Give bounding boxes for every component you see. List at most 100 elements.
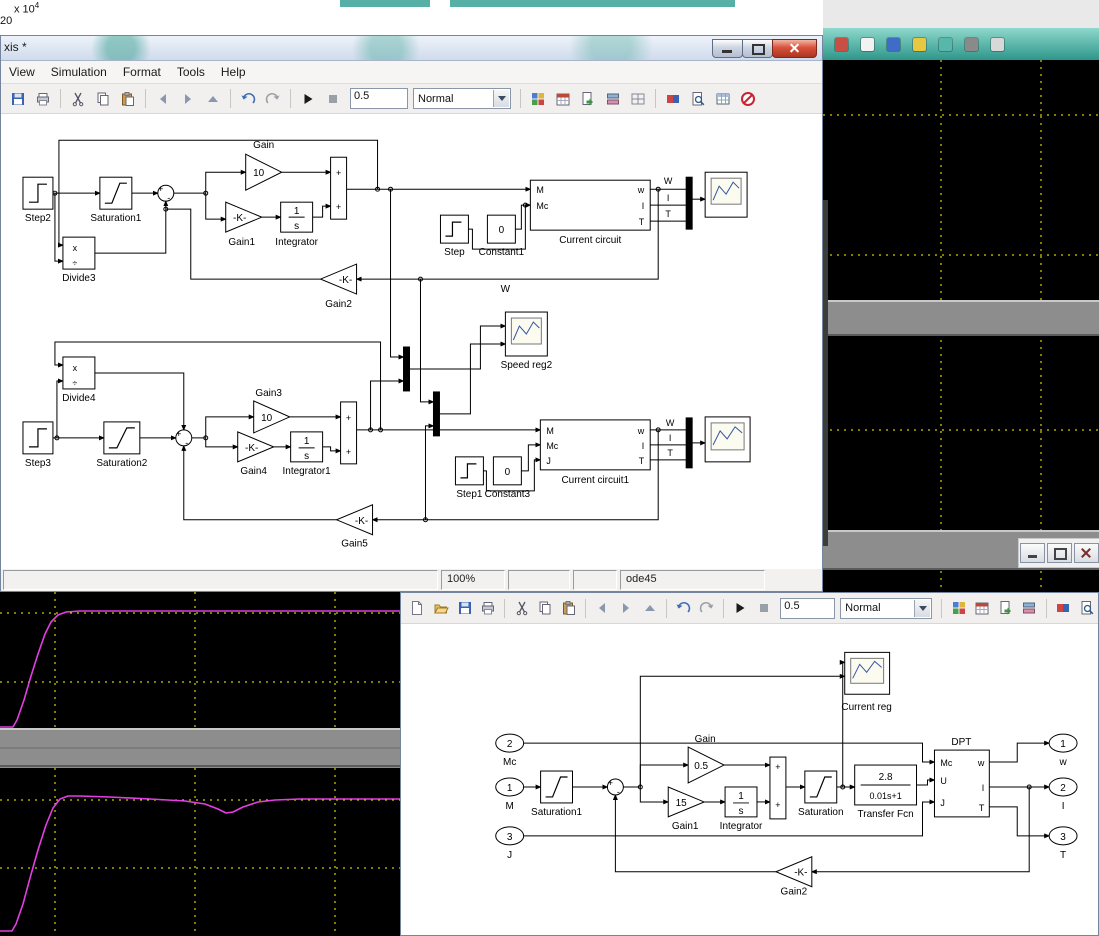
mux[interactable] [686, 177, 692, 229]
paste-icon[interactable] [116, 87, 140, 110]
block-saturation[interactable]: Saturation [798, 771, 843, 818]
undo-icon[interactable] [236, 87, 260, 110]
outport-w[interactable]: 1 w [1049, 734, 1077, 768]
block-saturation1[interactable]: Saturation1 [90, 177, 141, 224]
block-constant1[interactable]: 0 Constant1 [479, 215, 525, 258]
mux[interactable] [404, 347, 410, 391]
cut-icon[interactable] [66, 87, 90, 110]
figure-toolbar-icon[interactable] [835, 38, 848, 51]
model-browser-icon[interactable] [551, 87, 575, 110]
start-simulation-icon[interactable] [296, 87, 320, 110]
mux[interactable] [433, 392, 439, 436]
cut-icon[interactable] [510, 597, 533, 620]
menu-simulation[interactable]: Simulation [43, 62, 115, 82]
block-integrator[interactable]: 1 s Integrator [720, 787, 763, 832]
block-step[interactable]: Step [440, 215, 468, 258]
block-add[interactable]: + + [331, 157, 347, 219]
simulation-time-input[interactable]: 0.5 [350, 88, 408, 109]
minimize-icon[interactable] [712, 39, 743, 58]
forward-icon[interactable] [176, 87, 200, 110]
library-browser-icon[interactable] [526, 87, 550, 110]
block-dpt[interactable]: DPT Mc U J w I T [934, 737, 989, 817]
block-step3[interactable]: Step3 [23, 422, 53, 469]
inport-mc[interactable]: 2 Mc [496, 734, 524, 768]
block-saturation1[interactable]: Saturation1 [531, 771, 582, 818]
figure-toolbar-icon[interactable] [991, 38, 1004, 51]
save-icon[interactable] [6, 87, 30, 110]
new-icon[interactable] [406, 597, 429, 620]
outport-i[interactable]: 2 I [1049, 778, 1077, 812]
back-icon[interactable] [591, 597, 614, 620]
block-gain3[interactable]: 10 Gain3 [254, 388, 290, 433]
menu-view[interactable]: View [1, 62, 43, 82]
forward-icon[interactable] [615, 597, 638, 620]
chevron-down-icon[interactable] [493, 90, 509, 107]
print-icon[interactable] [31, 87, 55, 110]
copy-icon[interactable] [534, 597, 557, 620]
build-icon[interactable] [601, 87, 625, 110]
update-diagram-icon[interactable] [995, 597, 1018, 620]
build-icon[interactable] [1018, 597, 1041, 620]
menu-help[interactable]: Help [213, 62, 254, 82]
redo-icon[interactable] [261, 87, 285, 110]
model-explorer-icon[interactable] [1075, 597, 1098, 620]
maximize-icon[interactable] [742, 39, 773, 58]
figure-toolbar-icon[interactable] [861, 38, 874, 51]
mux[interactable] [686, 418, 692, 468]
up-icon[interactable] [638, 597, 661, 620]
model-canvas[interactable]: Current reg 2 Mc 1 M 3 J [401, 624, 1098, 935]
block-integrator[interactable]: 1 s Integrator [275, 202, 318, 248]
simulation-time-input[interactable]: 0.5 [780, 598, 835, 619]
save-icon[interactable] [453, 597, 476, 620]
block-current-circuit1[interactable]: M Mc J w I T Current circuit1 [540, 420, 650, 486]
block-sum[interactable]: + - [607, 778, 623, 797]
print-icon[interactable] [477, 597, 500, 620]
close-icon[interactable] [772, 39, 817, 58]
simulation-mode-select[interactable]: Normal [413, 88, 511, 109]
undo-icon[interactable] [672, 597, 695, 620]
block-gain4[interactable]: -K- Gain4 [238, 432, 274, 477]
figure-toolbar-icon[interactable] [887, 38, 900, 51]
block-scope[interactable] [705, 417, 750, 462]
block-integrator1[interactable]: 1 s Integrator1 [283, 432, 332, 477]
block-divide3[interactable]: x ÷ Divide3 [62, 237, 96, 284]
block-gain2[interactable]: -K- Gain2 [321, 264, 357, 310]
menu-format[interactable]: Format [115, 62, 169, 82]
outport-t[interactable]: 3 T [1049, 827, 1077, 861]
open-icon[interactable] [430, 597, 453, 620]
block-current-reg-scope[interactable]: Current reg [841, 652, 891, 713]
block-gain1[interactable]: -K- Gain1 [226, 202, 262, 248]
figure-toolbar-icon[interactable] [965, 38, 978, 51]
stop-simulation-icon[interactable] [321, 87, 345, 110]
report-icon[interactable] [711, 87, 735, 110]
block-gain[interactable]: 10 Gain [246, 140, 282, 190]
workspace-icon[interactable] [626, 87, 650, 110]
figure-toolbar-icon[interactable] [939, 38, 952, 51]
block-add[interactable]: + + [341, 402, 357, 464]
block-sum[interactable]: + - [176, 429, 192, 448]
block-gain1[interactable]: 15 Gain1 [668, 787, 704, 832]
block-scope[interactable] [705, 172, 747, 217]
block-gain[interactable]: 0.5 Gain [688, 734, 724, 783]
up-icon[interactable] [201, 87, 225, 110]
model-browser-icon[interactable] [971, 597, 994, 620]
start-simulation-icon[interactable] [729, 597, 752, 620]
block-transfer-fcn[interactable]: 2.8 0.01s+1 Transfer Fcn [855, 765, 917, 820]
back-icon[interactable] [151, 87, 175, 110]
update-diagram-icon[interactable] [576, 87, 600, 110]
block-constant3[interactable]: 0 Constant3 [485, 457, 531, 500]
chevron-down-icon[interactable] [914, 600, 930, 617]
model-explorer-icon[interactable] [686, 87, 710, 110]
toggle-view-icon[interactable] [661, 87, 685, 110]
block-sum[interactable]: + - [158, 184, 174, 203]
library-browser-icon[interactable] [947, 597, 970, 620]
paste-icon[interactable] [558, 597, 581, 620]
toggle-view-icon[interactable] [1052, 597, 1075, 620]
minimize-icon[interactable] [1020, 543, 1045, 563]
debug-disable-icon[interactable] [736, 87, 760, 110]
redo-icon[interactable] [696, 597, 719, 620]
copy-icon[interactable] [91, 87, 115, 110]
figure-toolbar-icon[interactable] [913, 38, 926, 51]
close-icon[interactable] [1074, 543, 1099, 563]
block-gain2[interactable]: -K- Gain2 [776, 857, 812, 898]
